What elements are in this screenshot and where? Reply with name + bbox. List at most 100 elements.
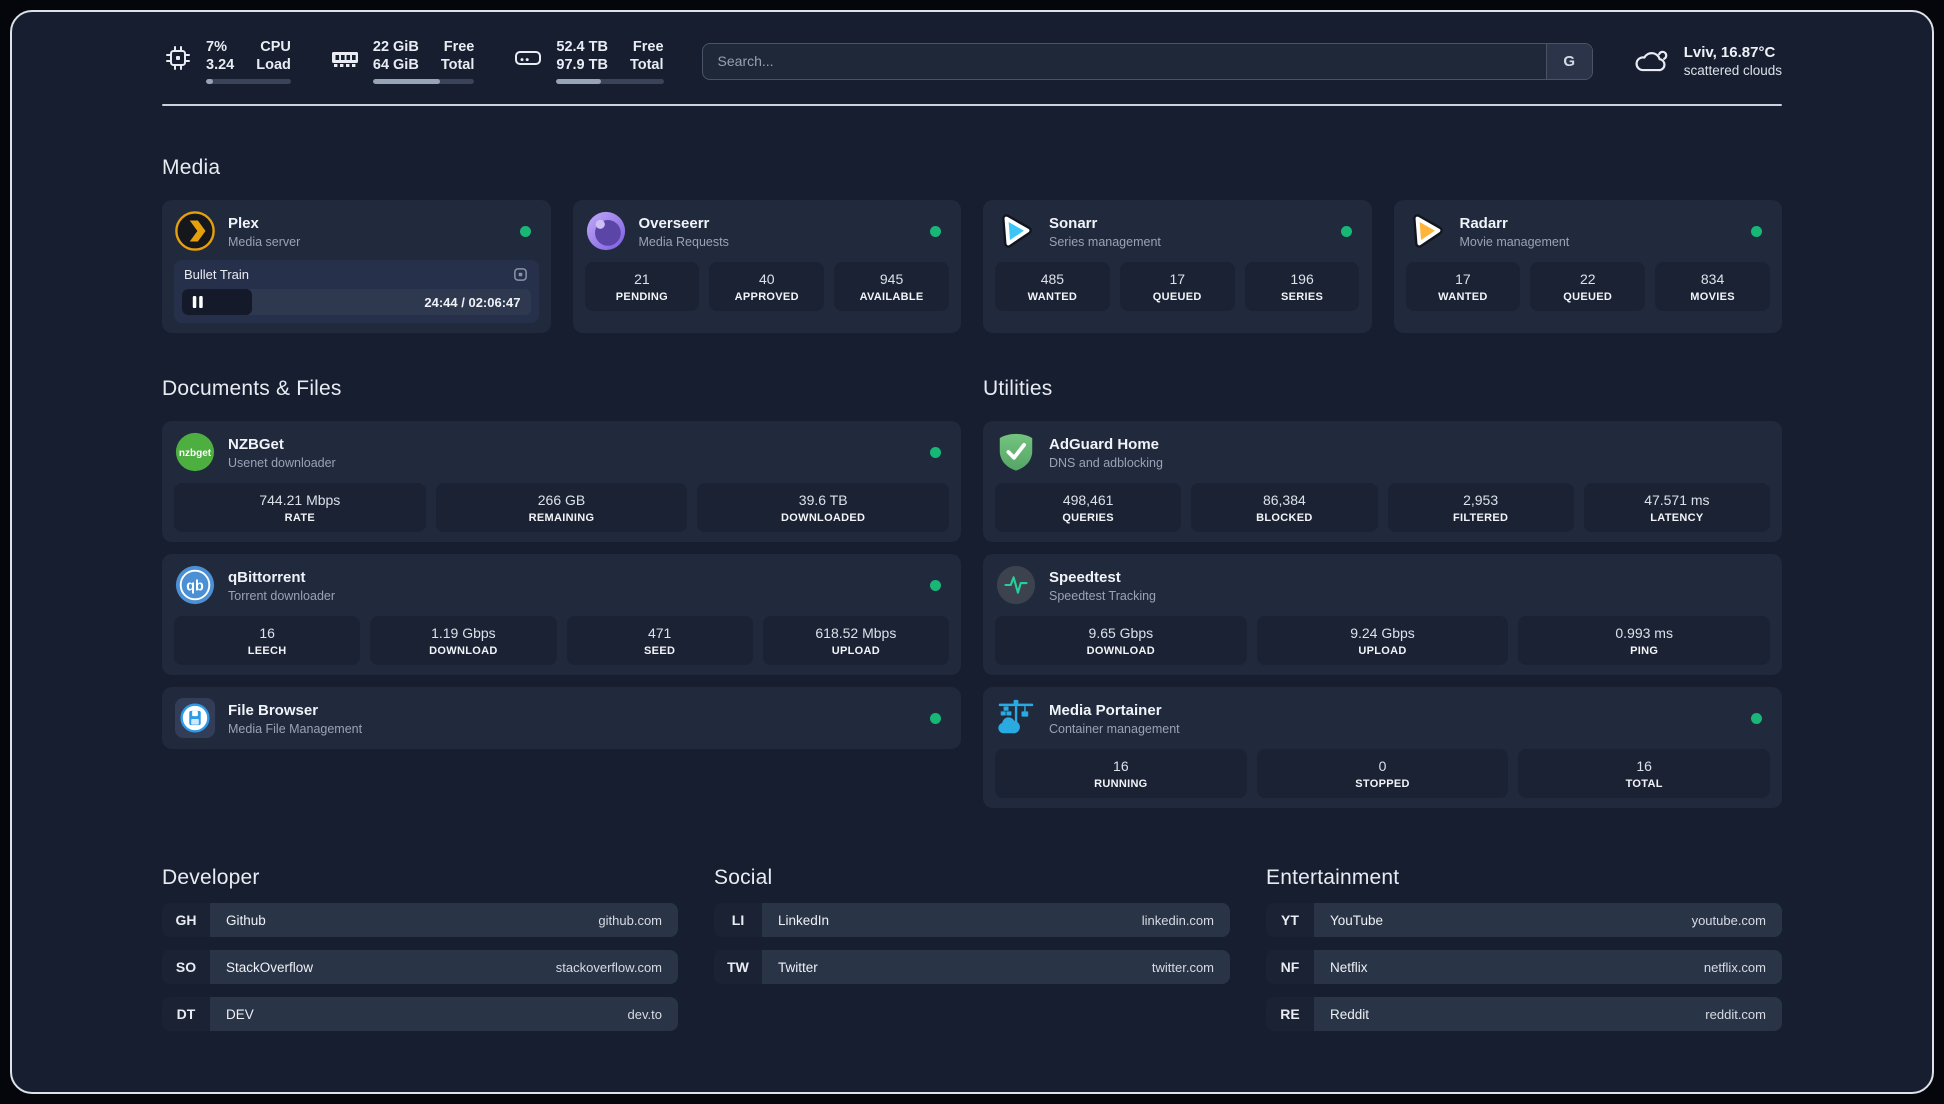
app-subtitle: Usenet downloader [228, 455, 336, 470]
disk-free: 52.4 TB [556, 39, 608, 55]
stat-tile: 945 AVAILABLE [834, 262, 949, 311]
stat-tile: 471 SEED [566, 616, 753, 665]
search-input[interactable] [701, 42, 1593, 80]
qbittorrent-icon: qb [174, 564, 216, 606]
speedtest-icon [995, 564, 1037, 606]
stat-tile: 47.571 ms LATENCY [1583, 483, 1770, 532]
disk-free-label: Free [632, 39, 664, 55]
app-name: Sonarr [1049, 214, 1098, 232]
bookmark-youtube[interactable]: YT YouTube youtube.com [1266, 903, 1782, 937]
bookmark-url: netflix.com [1703, 959, 1766, 975]
app-card-speedtest[interactable]: Speedtest Speedtest Tracking 9.65 Gbps D… [983, 554, 1782, 675]
search-engine-button[interactable]: G [1545, 43, 1592, 79]
stat-tile: 2,953 FILTERED [1387, 483, 1574, 532]
adguard-icon [995, 431, 1037, 473]
stat-tile: 9.24 Gbps UPLOAD [1256, 616, 1509, 665]
cpu-label: CPU [260, 39, 291, 55]
overseerr-icon [585, 210, 627, 252]
bookmark-abbr: TW [714, 950, 762, 984]
stat-tile: 266 GB REMAINING [435, 483, 688, 532]
status-dot [930, 446, 941, 458]
stat-tile: 485 WANTED [995, 262, 1110, 311]
bookmark-name: Netflix [1330, 959, 1368, 975]
app-name: Speedtest [1049, 568, 1121, 586]
cpu-stat: 7% 3.24 CPU Load [162, 38, 291, 84]
app-card-adguard[interactable]: AdGuard Home DNS and adblocking 498,461 … [983, 421, 1782, 542]
memory-total-label: Total [440, 57, 475, 73]
settings-icon[interactable] [512, 266, 529, 283]
svg-text:qb: qb [186, 578, 204, 594]
bookmark-linkedin[interactable]: LI LinkedIn linkedin.com [714, 903, 1230, 937]
cpu-usage: 7% [206, 39, 227, 55]
stat-tile: 498,461 QUERIES [995, 483, 1182, 532]
app-card-qbittorrent[interactable]: qb qBittorrent Torrent downloader 16 LEE… [162, 554, 961, 675]
app-card-sonarr[interactable]: Sonarr Series management 485 WANTED 17 Q… [983, 200, 1372, 333]
bookmark-name: Twitter [778, 959, 818, 975]
app-name: Radarr [1459, 214, 1508, 232]
pause-icon[interactable] [192, 295, 204, 309]
memory-total: 64 GiB [372, 57, 419, 73]
app-card-radarr[interactable]: Radarr Movie management 17 WANTED 22 QUE… [1393, 200, 1782, 333]
section-title-developer: Developer [162, 866, 260, 889]
bookmark-abbr: RE [1266, 997, 1314, 1031]
bookmark-url: youtube.com [1691, 912, 1766, 928]
app-subtitle: Movie management [1459, 234, 1570, 249]
now-playing-title: Bullet Train [184, 267, 250, 282]
header-divider [162, 104, 1782, 106]
stat-tile: 86,384 BLOCKED [1191, 483, 1378, 532]
bookmark-name: DEV [226, 1006, 254, 1022]
app-name: qBittorrent [228, 568, 306, 586]
status-dot [519, 225, 531, 237]
memory-stat: 22 GiB 64 GiB Free Total [329, 38, 475, 84]
bookmark-abbr: GH [162, 903, 210, 937]
radarr-icon [1406, 210, 1448, 252]
bookmark-name: StackOverflow [226, 959, 314, 975]
bookmark-reddit[interactable]: RE Reddit reddit.com [1266, 997, 1782, 1031]
stat-tile: 0.993 ms PING [1518, 616, 1771, 665]
app-card-portainer[interactable]: Media Portainer Container management 16 … [983, 687, 1782, 808]
bookmark-url: twitter.com [1151, 959, 1214, 975]
bookmark-netflix[interactable]: NF Netflix netflix.com [1266, 950, 1782, 984]
bookmark-stackoverflow[interactable]: SO StackOverflow stackoverflow.com [162, 950, 678, 984]
stat-tile: 1.19 Gbps DOWNLOAD [370, 616, 557, 665]
bookmark-url: linkedin.com [1141, 912, 1214, 928]
app-card-overseerr[interactable]: Overseerr Media Requests 21 PENDING 40 A… [572, 200, 961, 333]
status-dot [930, 579, 941, 591]
status-dot [1751, 712, 1762, 724]
bookmark-abbr: DT [162, 997, 210, 1031]
weather-condition: scattered clouds [1683, 63, 1782, 78]
bookmark-name: Github [226, 912, 266, 928]
stat-tile: 40 APPROVED [709, 262, 825, 311]
svg-text:nzbget: nzbget [179, 448, 212, 459]
bookmark-url: reddit.com [1705, 1006, 1766, 1022]
bookmark-url: github.com [598, 912, 662, 928]
sonarr-icon [995, 210, 1037, 252]
status-dot [930, 225, 941, 237]
section-title-media: Media [162, 156, 221, 179]
bookmark-abbr: YT [1266, 903, 1314, 937]
app-subtitle: Media File Management [228, 721, 363, 736]
playback-time: 24:44 / 02:06:47 [424, 294, 521, 310]
memory-icon [329, 42, 361, 74]
app-card-filebrowser[interactable]: File Browser Media File Management [162, 687, 961, 749]
section-title-entertainment: Entertainment [1266, 866, 1400, 889]
disk-stat: 52.4 TB 97.9 TB Free Total [512, 38, 664, 84]
cpu-load: 3.24 [206, 57, 235, 73]
bookmark-github[interactable]: GH Github github.com [162, 903, 678, 937]
bookmark-dev[interactable]: DT DEV dev.to [162, 997, 678, 1031]
app-card-plex[interactable]: Plex Media server Bullet Train 24:44 / 0… [162, 200, 551, 333]
stat-tile: 9.65 Gbps DOWNLOAD [995, 616, 1247, 665]
cloud-icon [1631, 41, 1671, 81]
stat-tile: 16 RUNNING [995, 749, 1247, 798]
nzbget-icon: nzbget [174, 431, 216, 473]
bookmark-twitter[interactable]: TW Twitter twitter.com [714, 950, 1230, 984]
cpu-load-label: Load [256, 57, 291, 73]
stat-tile: 22 QUEUED [1530, 262, 1646, 311]
app-subtitle: DNS and adblocking [1049, 455, 1163, 470]
cpu-icon [162, 42, 194, 74]
app-card-nzbget[interactable]: nzbget NZBGet Usenet downloader 744.21 M… [162, 421, 961, 542]
playback-progress-bar[interactable]: 24:44 / 02:06:47 [182, 289, 531, 315]
section-title-documents: Documents & Files [162, 377, 342, 400]
plex-icon [174, 210, 216, 252]
section-title-utilities: Utilities [983, 377, 1053, 400]
